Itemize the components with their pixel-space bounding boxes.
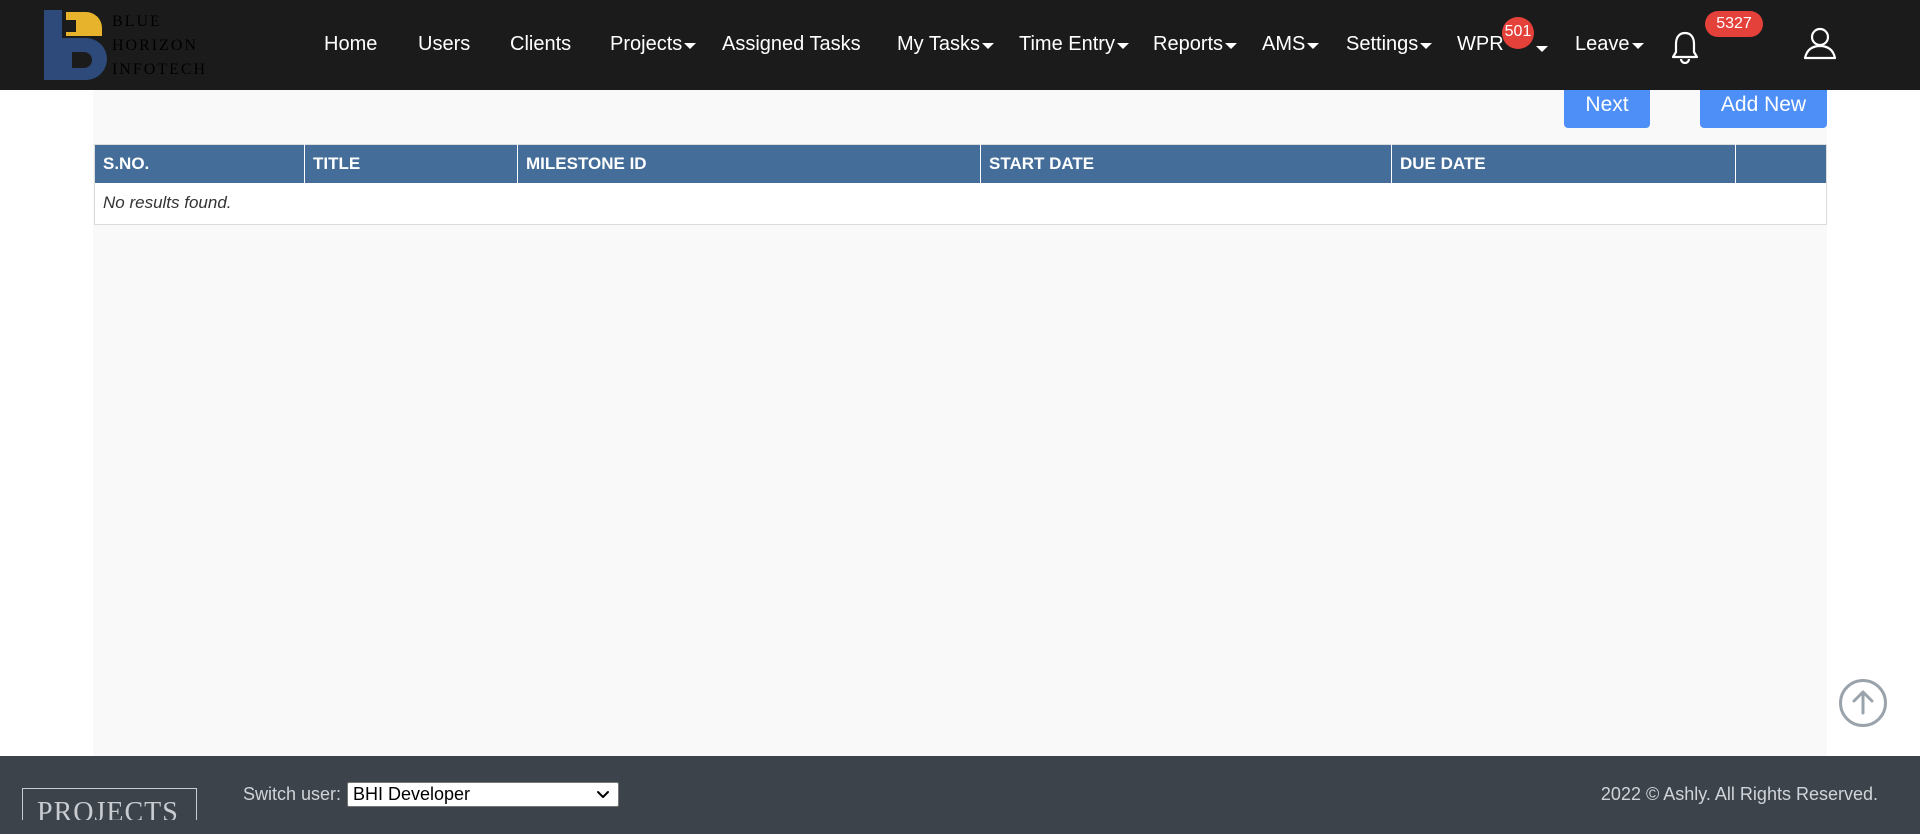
nav-label: Assigned Tasks <box>722 32 861 55</box>
nav-label: Reports <box>1153 32 1224 55</box>
milestones-table: S.NO. TITLE MILESTONE ID START DATE DUE … <box>94 144 1827 225</box>
empty-results-message: No results found. <box>103 193 232 213</box>
chevron-down-icon <box>1116 43 1129 49</box>
chevron-down-icon <box>981 43 994 49</box>
switch-user-label: Switch user: <box>243 784 342 804</box>
nav-label: AMS <box>1262 32 1306 55</box>
nav-home[interactable]: Home <box>324 30 377 58</box>
nav-leave[interactable]: Leave <box>1575 30 1644 58</box>
nav-label: Clients <box>510 32 572 55</box>
nav-time-entry[interactable]: Time Entry <box>1019 30 1129 58</box>
chevron-down-icon <box>1631 43 1644 49</box>
company-logo[interactable]: BLUE HORIZON INFOTECH <box>42 8 212 84</box>
chevron-down-icon <box>1420 43 1433 49</box>
nav-users[interactable]: Users <box>418 30 470 58</box>
nav-wpr[interactable]: WPR <box>1457 30 1504 58</box>
column-header-start-date[interactable]: START DATE <box>980 144 1392 183</box>
nav-label: My Tasks <box>897 32 980 55</box>
logo-line: BLUE <box>112 13 162 30</box>
nav-settings[interactable]: Settings <box>1346 30 1433 58</box>
nav-label: Time Entry <box>1019 32 1115 55</box>
switch-user-selected-value: BHI Developer <box>353 784 471 804</box>
chevron-down-icon <box>597 791 609 798</box>
nav-my-tasks[interactable]: My Tasks <box>897 30 994 58</box>
column-header-actions <box>1735 144 1827 183</box>
nav-label: Leave <box>1575 32 1630 55</box>
nav-clients[interactable]: Clients <box>510 30 571 58</box>
column-header-sno[interactable]: S.NO. <box>94 144 305 183</box>
column-header-title[interactable]: TITLE <box>304 144 518 183</box>
chevron-down-icon <box>684 43 697 49</box>
footer: PROJECTS Switch user: BHI Developer 2022… <box>0 756 1920 834</box>
nav-reports[interactable]: Reports <box>1153 30 1238 58</box>
footer-logo[interactable]: PROJECTS <box>22 788 197 820</box>
bell-icon[interactable] <box>1670 30 1700 64</box>
nav-projects[interactable]: Projects <box>610 30 697 58</box>
chevron-down-icon <box>1307 43 1320 49</box>
nav-label: Users <box>418 32 471 55</box>
nav-ams[interactable]: AMS <box>1262 30 1320 58</box>
wpr-count-badge: 501 <box>1502 17 1534 49</box>
switch-user-select[interactable]: BHI Developer <box>347 782 619 807</box>
logo-line: INFOTECH <box>112 61 208 78</box>
notification-count-badge: 5327 <box>1705 11 1763 37</box>
logo-line: HORIZON <box>112 37 198 54</box>
copyright-text: 2022 © Ashly. All Rights Reserved. <box>1600 784 1878 804</box>
logo-text: BLUE HORIZON INFOTECH <box>112 10 207 82</box>
logo-mark-icon <box>44 10 107 80</box>
nav-label: Settings <box>1346 32 1419 55</box>
arrow-up-circle-icon[interactable] <box>1839 679 1887 727</box>
user-icon[interactable] <box>1803 26 1837 60</box>
table-header-row: S.NO. TITLE MILESTONE ID START DATE DUE … <box>94 144 1827 183</box>
column-header-milestone-id[interactable]: MILESTONE ID <box>517 144 981 183</box>
table-row: No results found. <box>95 183 1827 225</box>
top-navbar: BLUE HORIZON INFOTECH Home Users Clients… <box>0 0 1920 90</box>
chevron-down-icon[interactable] <box>1536 46 1548 52</box>
nav-label: WPR <box>1457 32 1504 55</box>
nav-assigned-tasks[interactable]: Assigned Tasks <box>722 30 861 58</box>
column-header-due-date[interactable]: DUE DATE <box>1391 144 1736 183</box>
chevron-down-icon <box>1225 43 1238 49</box>
footer-logo-text: PROJECTS <box>37 797 179 820</box>
nav-label: Projects <box>610 32 683 55</box>
nav-label: Home <box>324 32 378 55</box>
